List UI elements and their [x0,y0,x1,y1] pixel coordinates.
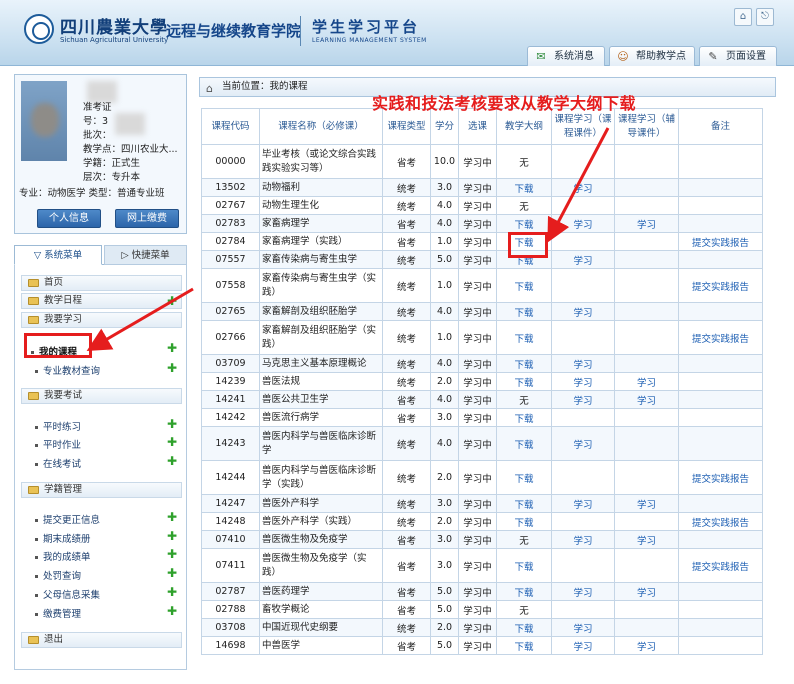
annotation-arrows [86,127,610,352]
arrow-to-my-courses [86,287,194,352]
arrow-to-download [547,127,610,243]
